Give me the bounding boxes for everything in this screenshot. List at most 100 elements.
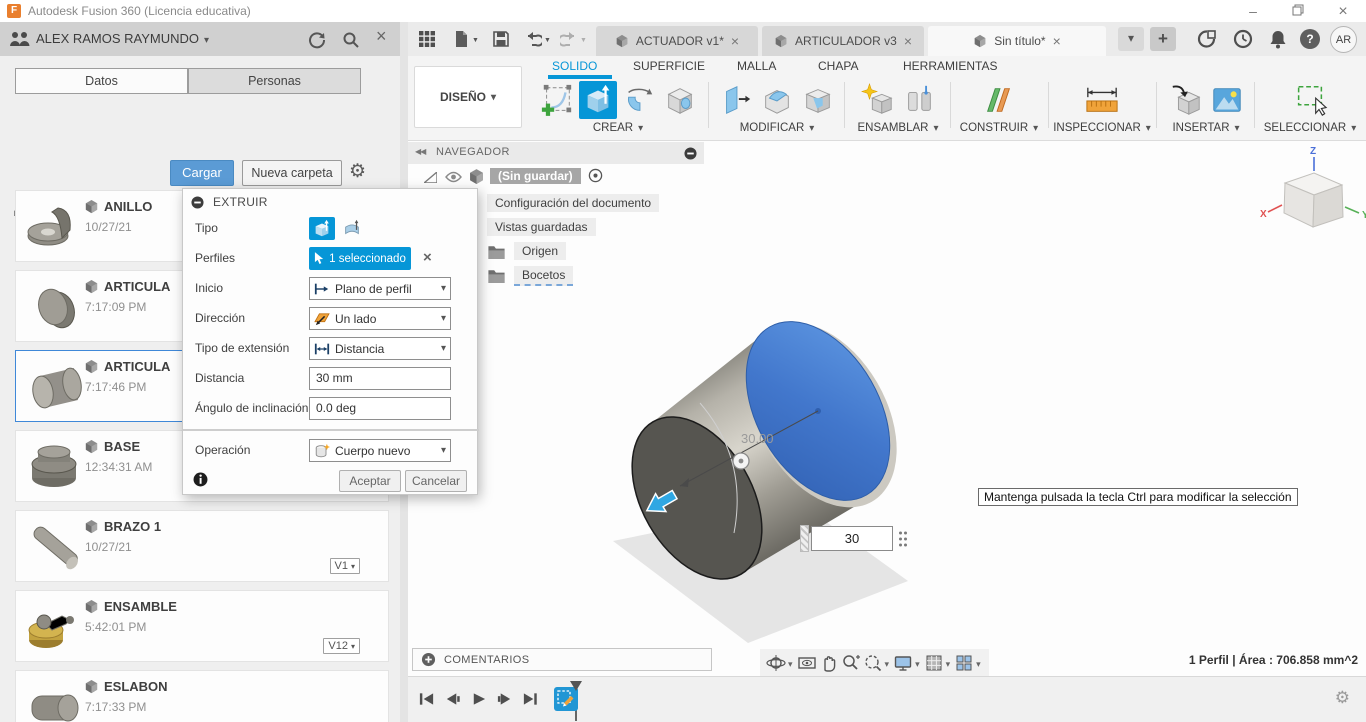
taper-angle-field[interactable]: 0.0 deg [309,397,451,420]
orbit-caret-icon[interactable] [786,656,795,670]
select-button[interactable] [1291,81,1329,119]
tab-personas[interactable]: Personas [188,68,361,94]
pan-tool[interactable] [819,653,839,673]
version-badge[interactable]: V12 [323,638,360,654]
document-tab-articulador[interactable]: ARTICULADOR v3 [762,26,924,56]
new-folder-button[interactable]: Nueva carpeta [242,160,342,186]
tab-chapa[interactable]: CHAPA [818,59,858,73]
timeline-sketch-feature[interactable] [554,681,594,721]
folder-icon[interactable] [487,244,506,259]
new-tab-button[interactable]: + [1150,27,1176,51]
direction-select[interactable]: Un lado [309,307,451,330]
navigator-root-node[interactable]: (Sin guardar) [490,168,581,184]
refresh-icon[interactable] [308,31,326,49]
group-label-inspeccionar[interactable]: INSPECCIONAR [1052,122,1152,134]
sweep-button[interactable] [661,81,699,119]
viewports-tool[interactable] [954,653,983,673]
upload-button[interactable]: Cargar [170,160,234,186]
grid-caret-icon[interactable] [944,656,953,670]
restore-button[interactable] [1283,0,1313,22]
create-sketch-button[interactable] [538,81,576,119]
tab-datos[interactable]: Datos [15,68,188,94]
navigator-node-saved-views[interactable]: Vistas guardadas [487,218,596,236]
new-component-button[interactable] [859,81,897,119]
view-cube[interactable]: X Y Z [1260,146,1366,228]
close-panel-icon[interactable] [376,26,387,47]
step-forward-button[interactable] [496,690,513,708]
press-pull-button[interactable] [717,81,755,119]
comments-bar[interactable]: COMENTARIOS [412,648,712,671]
group-label-ensamblar[interactable]: ENSAMBLAR [848,122,948,134]
navigator-collapse-icon[interactable] [684,147,697,160]
close-tab-icon[interactable] [1053,33,1061,49]
info-icon[interactable] [193,472,208,487]
measure-button[interactable] [1080,81,1124,119]
panel-settings-gear-icon[interactable]: ⚙ [349,162,366,181]
tab-malla[interactable]: MALLA [737,59,776,73]
joint-button[interactable] [900,81,938,119]
viewports-caret-icon[interactable] [974,656,983,670]
list-item[interactable]: BRAZO 1 10/27/21 V1 [15,510,389,582]
extrude-type-thin-button[interactable] [339,217,365,240]
notifications-bell-icon[interactable] [1268,29,1288,49]
tab-list-button[interactable] [1118,27,1144,51]
group-label-insertar[interactable]: INSERTAR [1160,122,1252,134]
cancel-button[interactable]: Cancelar [405,470,467,492]
play-button[interactable] [470,690,487,708]
account-menu[interactable]: ALEX RAMOS RAYMUNDO [36,22,209,58]
tab-solido[interactable]: SOLIDO [552,59,597,73]
visibility-eye-icon[interactable] [445,171,462,183]
accept-button[interactable]: Aceptar [339,470,401,492]
tab-superficie[interactable]: SUPERFICIE [633,59,705,73]
look-at-tool[interactable] [797,653,817,673]
list-item[interactable]: ESLABON 7:17:33 PM [15,670,389,722]
go-to-end-button[interactable] [522,690,539,708]
group-label-construir[interactable]: CONSTRUIR [954,122,1044,134]
search-icon[interactable] [342,31,360,49]
grid-snap-tool[interactable] [924,653,953,673]
document-tab-sin-titulo[interactable]: Sin título* [928,26,1106,56]
zoom-tool[interactable] [841,653,861,673]
construct-plane-button[interactable] [980,81,1018,119]
new-file-icon[interactable] [452,30,470,48]
undo-icon[interactable] [524,30,542,48]
group-label-crear[interactable]: CREAR [530,122,706,134]
display-settings-tool[interactable] [893,653,922,673]
group-label-modificar[interactable]: MODIFICAR [714,122,840,134]
extrude-button-active[interactable] [578,81,617,119]
close-tab-icon[interactable] [731,33,739,49]
operation-select[interactable]: Cuerpo nuevo [309,439,451,462]
list-item[interactable]: ENSAMBLE 5:42:01 PM V12 [15,590,389,662]
dimension-options-grip-icon[interactable] [897,529,909,549]
profiles-selected-chip[interactable]: 1 seleccionado [309,247,411,270]
tab-herramientas[interactable]: HERRAMIENTAS [903,59,997,73]
revolve-button[interactable] [620,81,658,119]
zoom-window-tool[interactable] [863,653,892,673]
shell-button[interactable] [799,81,837,119]
app-grid-icon[interactable] [418,30,436,48]
timeline-settings-gear-icon[interactable]: ⚙ [1335,689,1350,706]
navigator-node-origin[interactable]: Origen [514,242,567,260]
version-badge[interactable]: V1 [329,558,360,574]
navigator-node-sketches[interactable]: Bocetos [514,266,574,286]
zoom-window-caret-icon[interactable] [883,656,892,670]
expand-triangle-icon[interactable] [424,172,437,183]
redo-icon[interactable] [560,30,578,48]
collapse-panel-icon[interactable] [415,147,425,156]
minimize-button[interactable] [1238,0,1268,22]
display-caret-icon[interactable] [913,656,922,670]
undo-caret-icon[interactable] [544,35,551,44]
workspace-selector[interactable]: DISEÑO [414,66,522,128]
clock-icon[interactable] [1233,29,1253,49]
navigator-node-doc-settings[interactable]: Configuración del documento [487,194,660,212]
document-tab-actuador[interactable]: ACTUADOR v1* [596,26,758,56]
activate-target-icon[interactable] [588,168,603,183]
group-label-seleccionar[interactable]: SELECCIONAR [1258,122,1362,134]
orbit-tool[interactable] [766,653,795,673]
extent-type-select[interactable]: Distancia [309,337,451,360]
close-tab-icon[interactable] [904,33,912,49]
distance-input[interactable] [811,526,893,551]
clear-selection-icon[interactable] [423,249,432,266]
insert-mesh-button[interactable] [1167,81,1205,119]
step-back-button[interactable] [444,690,461,708]
